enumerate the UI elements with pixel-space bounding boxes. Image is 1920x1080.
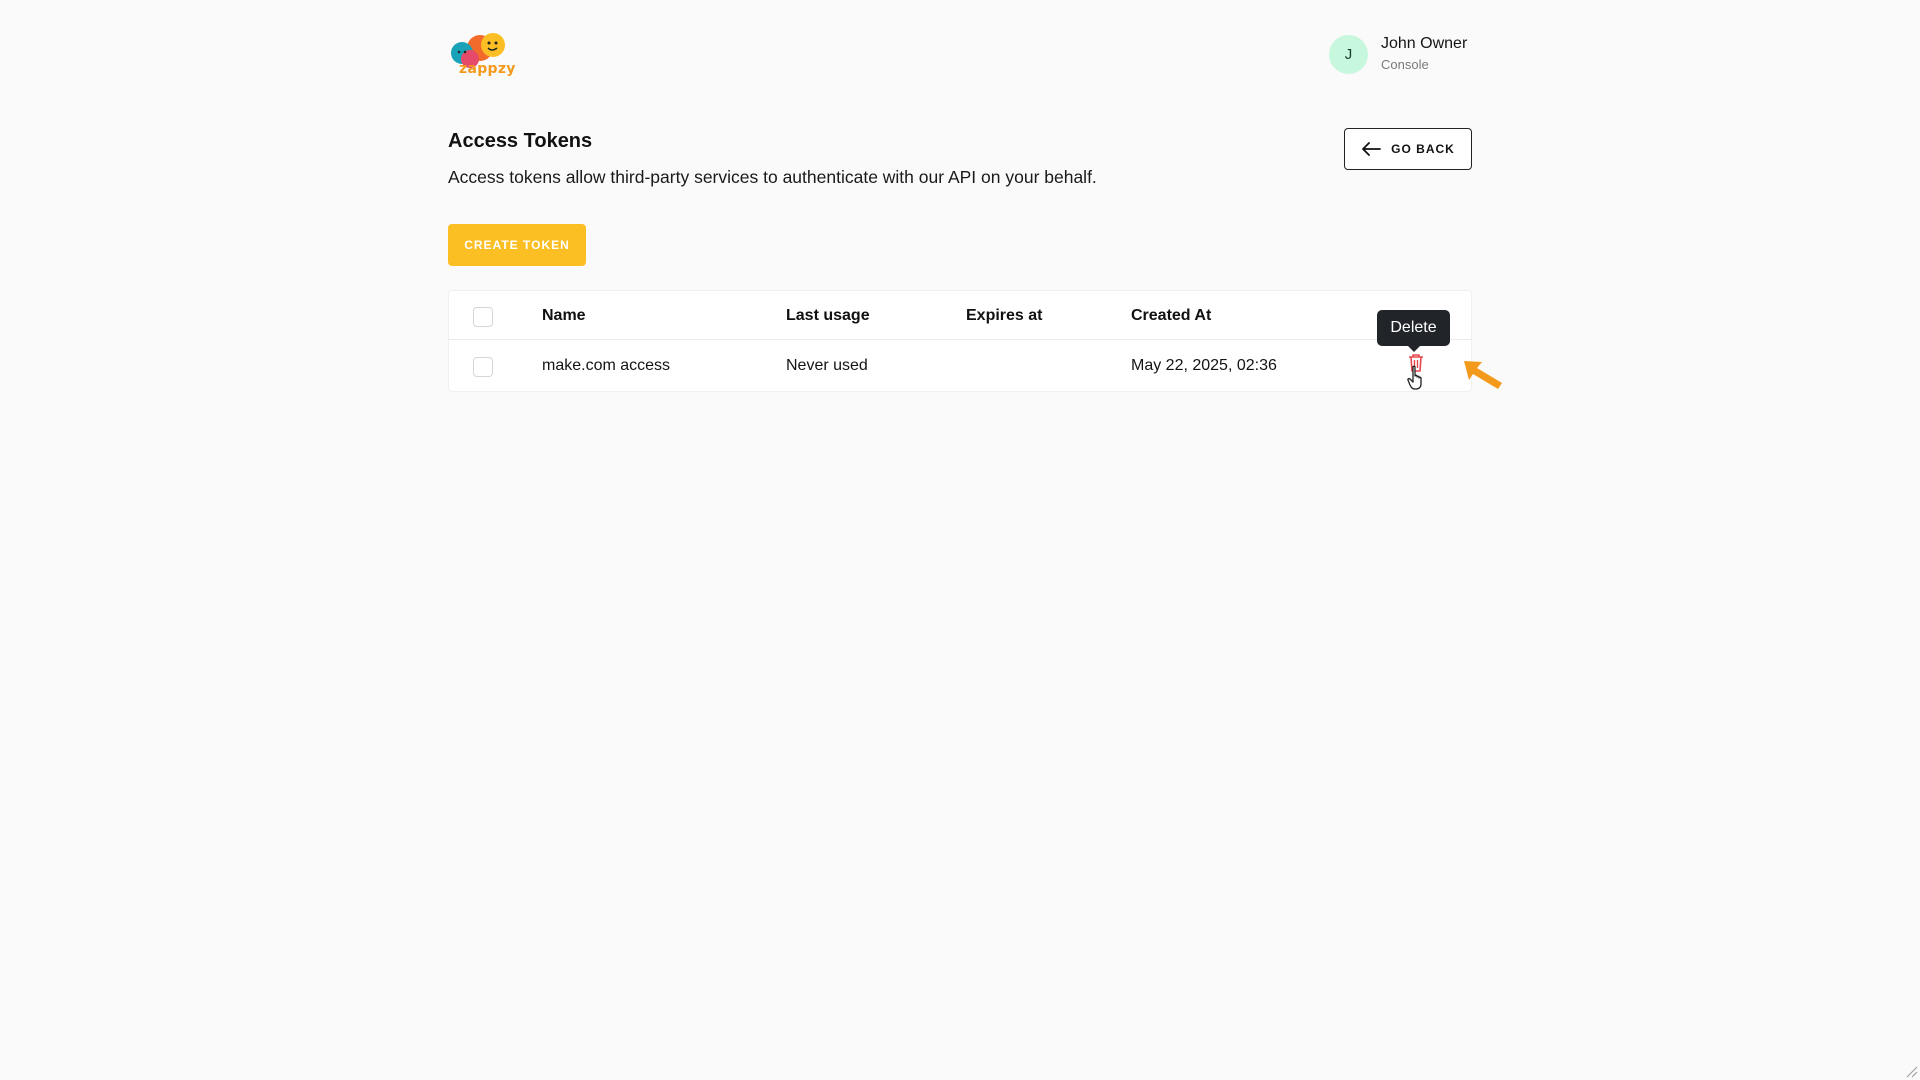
token-name: make.com access [542, 357, 671, 374]
go-back-label: GO BACK [1391, 142, 1455, 156]
tokens-table: Name Last usage Expires at Created At ma… [448, 290, 1472, 392]
hand-pointer-icon [1407, 365, 1422, 390]
arrow-left-icon [1362, 142, 1382, 156]
user-role: Console [1381, 57, 1429, 72]
delete-tooltip: Delete [1377, 310, 1450, 352]
page-title: Access Tokens [448, 130, 593, 152]
column-header-expires-at[interactable]: Expires at [966, 307, 1042, 325]
column-header-last-usage[interactable]: Last usage [786, 307, 870, 325]
page-description: Access tokens allow third-party services… [448, 167, 1097, 187]
column-header-created-at[interactable]: Created At [1131, 307, 1211, 325]
go-back-button[interactable]: GO BACK [1344, 128, 1472, 170]
token-last-usage: Never used [786, 357, 868, 374]
user-menu[interactable]: J John Owner Console [1329, 34, 1467, 74]
avatar: J [1329, 34, 1368, 74]
user-name: John Owner [1381, 35, 1468, 52]
token-created-at: May 22, 2025, 02:36 [1131, 357, 1277, 374]
column-header-name[interactable]: Name [542, 307, 586, 325]
create-token-button[interactable]: CREATE TOKEN [448, 224, 586, 266]
user-info: John Owner Console [1381, 34, 1467, 74]
logo-wordmark: zappzy [459, 61, 516, 77]
orange-arrow-icon [1464, 361, 1502, 389]
select-all-checkbox[interactable] [473, 307, 493, 327]
row-checkbox[interactable] [473, 357, 493, 377]
table-row: make.com access Never used May 22, 2025,… [449, 340, 1471, 392]
table-header: Name Last usage Expires at Created At [449, 291, 1471, 340]
resize-grip-icon[interactable] [1904, 1064, 1918, 1078]
access-tokens-page: zappzy J John Owner Console Access Token… [0, 0, 1920, 1080]
